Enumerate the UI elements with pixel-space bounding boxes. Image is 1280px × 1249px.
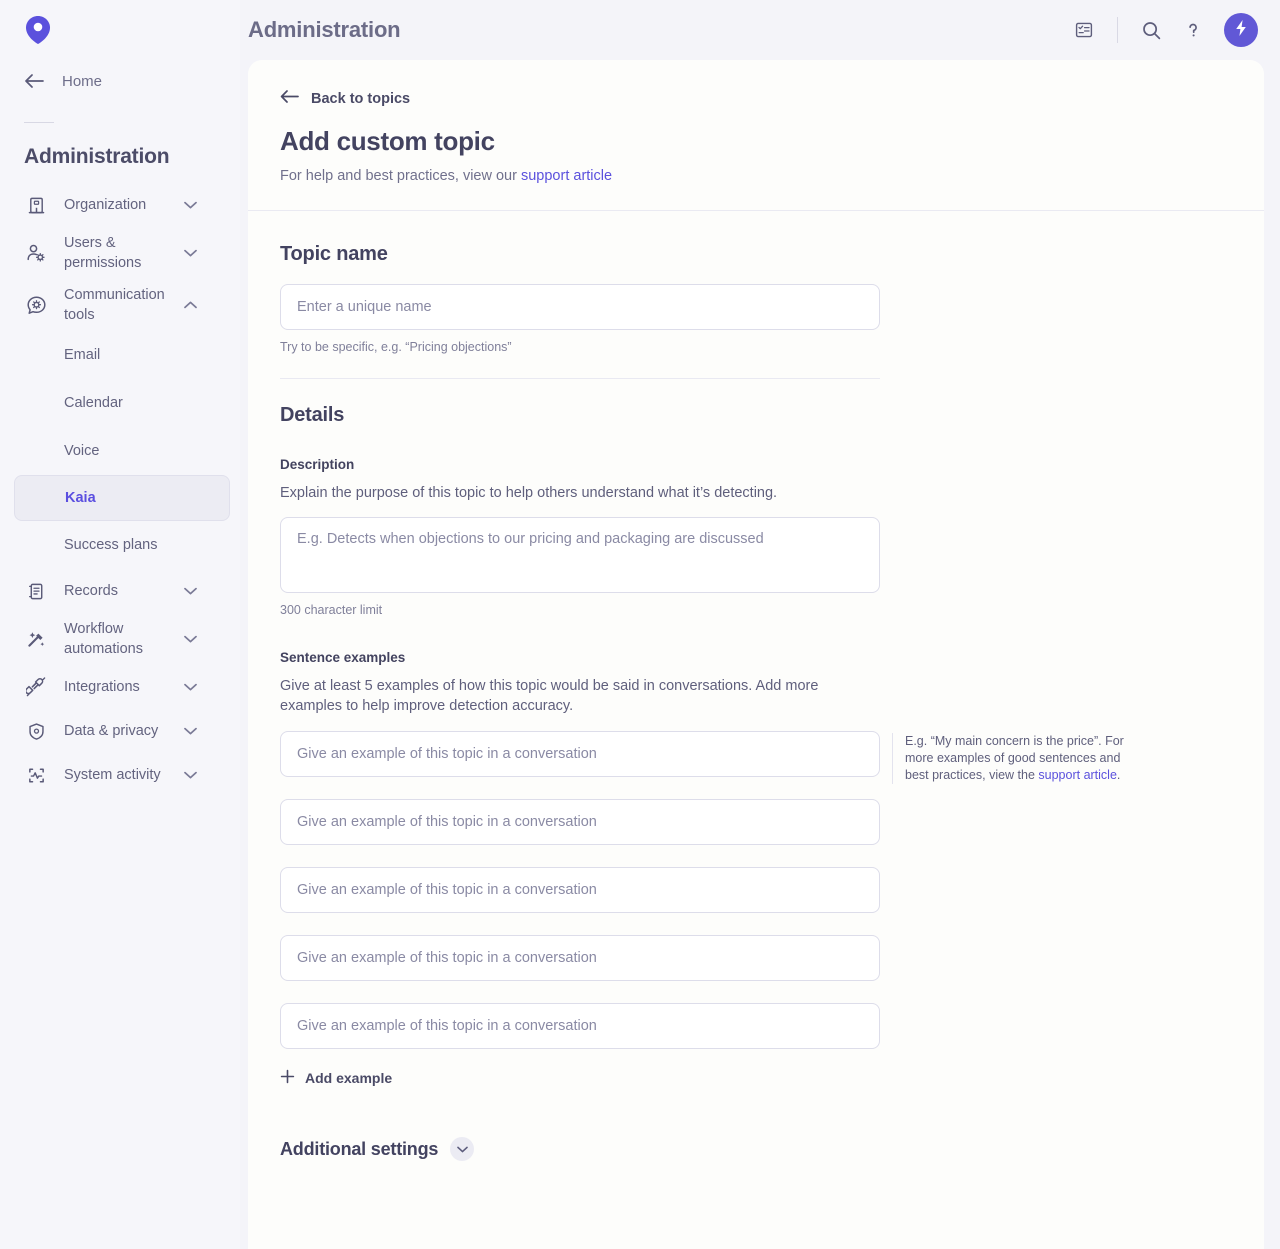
plug-icon	[24, 677, 48, 697]
sidebar-item-voice[interactable]: Voice	[0, 427, 240, 475]
sidebar-item-calendar[interactable]: Calendar	[0, 379, 240, 427]
plus-icon	[280, 1069, 295, 1087]
sentence-examples-side-note: E.g. “My main concern is the price”. For…	[892, 733, 1140, 784]
page-subtitle-text: For help and best practices, view our	[280, 168, 517, 184]
support-article-link[interactable]: support article	[521, 168, 612, 184]
records-icon	[24, 582, 48, 601]
tasks-icon[interactable]	[1065, 11, 1103, 49]
character-limit-hint: 300 character limit	[280, 603, 1232, 617]
sidebar-subitem-label: Calendar	[64, 395, 123, 411]
building-icon	[24, 196, 48, 215]
sidebar-item-records[interactable]: Records	[0, 569, 240, 613]
sidebar-item-label: Integrations	[64, 677, 182, 697]
sentence-example-input-2[interactable]	[280, 799, 880, 845]
sentence-example-input-3[interactable]	[280, 867, 880, 913]
sentence-examples-list: Add example	[280, 731, 880, 1089]
side-note-suffix: .	[1117, 768, 1120, 782]
sidebar-subitem-label: Voice	[64, 443, 99, 459]
sentence-example-input-4[interactable]	[280, 935, 880, 981]
chevron-down-icon[interactable]	[182, 683, 198, 691]
user-gear-icon	[24, 243, 48, 263]
back-to-topics-link[interactable]: Back to topics	[280, 90, 410, 107]
main-area: Administration	[240, 0, 1280, 1249]
sidebar-item-users-permissions[interactable]: Users & permissions	[0, 227, 240, 279]
chevron-down-icon[interactable]	[182, 771, 198, 779]
description-label: Description	[280, 457, 1232, 472]
sidebar-item-email[interactable]: Email	[0, 331, 240, 379]
sidebar-item-label: Data & privacy	[64, 721, 182, 741]
topic-name-input[interactable]	[280, 284, 880, 330]
additional-settings-section[interactable]: Additional settings	[280, 1137, 1232, 1161]
topic-name-heading: Topic name	[280, 243, 1232, 266]
sidebar-item-label: Communication tools	[64, 285, 182, 325]
chevron-down-icon[interactable]	[450, 1137, 474, 1161]
sidebar-subitem-label: Email	[64, 347, 100, 363]
sentence-examples-help-text: Give at least 5 examples of how this top…	[280, 676, 880, 716]
avatar[interactable]	[1224, 13, 1258, 47]
chevron-down-icon[interactable]	[182, 587, 198, 595]
sidebar-item-label: Records	[64, 581, 182, 601]
topbar-actions	[1065, 11, 1258, 49]
sidebar-subitem-label: Kaia	[65, 490, 96, 506]
help-icon[interactable]	[1174, 11, 1212, 49]
side-note-support-article-link[interactable]: support article	[1038, 768, 1117, 782]
sidebar-item-data-privacy[interactable]: Data & privacy	[0, 709, 240, 753]
page-title: Administration	[248, 17, 400, 43]
topbar: Administration	[240, 0, 1280, 60]
card-body: Topic name Try to be specific, e.g. “Pri…	[248, 211, 1264, 1161]
sidebar-item-organization[interactable]: Organization	[0, 183, 240, 227]
sidebar-item-label: Users & permissions	[64, 233, 182, 273]
home-nav-link[interactable]: Home	[0, 62, 240, 100]
shield-icon	[24, 722, 48, 741]
sidebar-item-system-activity[interactable]: System activity	[0, 753, 240, 797]
sidebar-item-label: System activity	[64, 765, 182, 785]
app-root: Home Administration Organization Users &…	[0, 0, 1280, 1249]
activity-icon	[24, 766, 48, 785]
sidebar-section-title: Administration	[0, 123, 240, 169]
sidebar-item-communication-tools[interactable]: Communication tools	[0, 279, 240, 331]
details-heading: Details	[280, 404, 1232, 427]
sentence-examples-label: Sentence examples	[280, 650, 1232, 665]
sidebar-item-kaia[interactable]: Kaia	[14, 475, 230, 521]
topic-name-hint: Try to be specific, e.g. “Pricing object…	[280, 340, 1232, 354]
sentence-examples-row: Add example E.g. “My main concern is the…	[280, 731, 1232, 1089]
logo-container	[0, 0, 240, 62]
sidebar-item-workflow-automations[interactable]: Workflow automations	[0, 613, 240, 665]
add-custom-topic-title: Add custom topic	[280, 126, 1232, 157]
sidebar-item-integrations[interactable]: Integrations	[0, 665, 240, 709]
add-example-button[interactable]: Add example	[280, 1069, 392, 1087]
description-help-text: Explain the purpose of this topic to hel…	[280, 483, 880, 503]
sentence-example-input-1[interactable]	[280, 731, 880, 777]
back-arrow-icon	[24, 73, 46, 89]
sidebar-nav: Organization Users & permissions Commu	[0, 183, 240, 797]
topbar-divider	[1117, 17, 1118, 43]
lightning-bolt-icon	[1233, 19, 1249, 42]
chevron-down-icon[interactable]	[182, 635, 198, 643]
search-icon[interactable]	[1132, 11, 1170, 49]
description-textarea[interactable]	[280, 517, 880, 593]
content-card: Back to topics Add custom topic For help…	[248, 60, 1264, 1249]
card-header: Back to topics Add custom topic For help…	[248, 60, 1264, 210]
chevron-down-icon[interactable]	[182, 201, 198, 209]
back-arrow-icon	[280, 90, 299, 107]
home-label: Home	[62, 73, 102, 90]
sentence-example-input-5[interactable]	[280, 1003, 880, 1049]
app-logo[interactable]	[22, 14, 54, 46]
sidebar-item-success-plans[interactable]: Success plans	[0, 521, 240, 569]
sidebar-subitem-label: Success plans	[64, 537, 158, 553]
chevron-down-icon[interactable]	[182, 727, 198, 735]
sidebar-item-label: Workflow automations	[64, 619, 182, 659]
sidebar: Home Administration Organization Users &…	[0, 0, 240, 1249]
add-example-label: Add example	[305, 1070, 392, 1086]
chat-gear-icon	[24, 295, 48, 316]
back-to-topics-label: Back to topics	[311, 91, 410, 107]
sidebar-item-label: Organization	[64, 195, 182, 215]
additional-settings-title: Additional settings	[280, 1139, 438, 1160]
page-subtitle: For help and best practices, view our su…	[280, 168, 1232, 184]
chevron-down-icon[interactable]	[182, 249, 198, 257]
chevron-up-icon[interactable]	[182, 301, 198, 309]
wand-icon	[24, 629, 48, 649]
